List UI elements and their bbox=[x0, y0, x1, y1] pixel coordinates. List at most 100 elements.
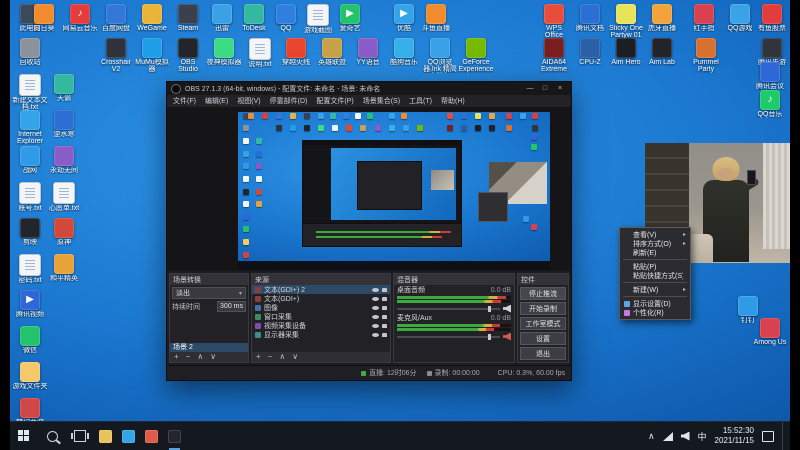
taskbar-app-icon[interactable] bbox=[145, 429, 158, 443]
obs-control-button[interactable]: 设置 bbox=[520, 332, 566, 345]
desktop-icon[interactable]: 游戏文件夹 bbox=[12, 362, 48, 390]
dock-toolbar-button[interactable]: ∨ bbox=[292, 353, 298, 361]
show-desktop-button[interactable] bbox=[782, 422, 788, 450]
scene-item[interactable]: 场景 2 bbox=[170, 343, 248, 352]
transition-select[interactable]: 淡出 ▾ bbox=[172, 287, 246, 299]
visibility-eye-icon[interactable] bbox=[372, 305, 379, 310]
desktop-icon[interactable]: 账号.txt bbox=[12, 182, 48, 212]
desktop-icon[interactable]: Pummel Party bbox=[688, 38, 724, 73]
obs-menu-item[interactable]: 配置文件(P) bbox=[316, 96, 353, 106]
desktop-icon[interactable]: 天谕 bbox=[46, 74, 82, 102]
window-button[interactable]: × bbox=[553, 83, 567, 94]
desktop-icon[interactable]: OBS Studio bbox=[170, 38, 206, 73]
source-row[interactable]: 显示器采集 bbox=[252, 330, 390, 339]
desktop-icon[interactable]: 向日葵 bbox=[26, 4, 62, 32]
context-menu-item[interactable] bbox=[623, 259, 687, 260]
dock-toolbar-button[interactable]: − bbox=[186, 353, 191, 361]
desktop-icon[interactable]: ▶ 优酷 bbox=[386, 4, 422, 32]
context-menu-item[interactable]: 新建(W) ▸ bbox=[620, 285, 690, 294]
dock-toolbar-button[interactable]: + bbox=[174, 353, 179, 361]
desktop-icon[interactable]: 迅雷 bbox=[204, 4, 240, 32]
desktop-icon[interactable]: Crosshair V2 bbox=[98, 38, 134, 73]
input-method-indicator[interactable]: 中 bbox=[698, 430, 707, 443]
desktop-icon[interactable]: 说明.txt bbox=[242, 38, 278, 68]
desktop-icon[interactable]: Internet Explorer bbox=[12, 110, 48, 145]
dock-toolbar-button[interactable]: − bbox=[268, 353, 273, 361]
obs-menu-item[interactable]: 视图(V) bbox=[237, 96, 260, 106]
desktop-icon[interactable]: 微信 bbox=[12, 326, 48, 354]
context-menu-item[interactable]: 刷新(E) bbox=[620, 248, 690, 257]
desktop-icon[interactable]: 逆水寒 bbox=[46, 110, 82, 138]
obs-control-button[interactable]: 开始录制 bbox=[520, 302, 566, 315]
desktop-icon[interactable]: QQ bbox=[268, 4, 304, 32]
desktop-icon[interactable]: ♪ QQ音乐 bbox=[752, 90, 788, 118]
context-menu-item[interactable] bbox=[623, 296, 687, 297]
visibility-eye-icon[interactable] bbox=[372, 287, 379, 292]
desktop-icon[interactable]: YY语音 bbox=[350, 38, 386, 66]
desktop-icon[interactable]: 游戏截图 bbox=[300, 4, 336, 34]
lock-icon[interactable] bbox=[382, 287, 387, 292]
transitions-dock-title[interactable]: 场景转换 bbox=[170, 274, 248, 285]
lock-icon[interactable] bbox=[382, 323, 387, 328]
context-menu-item[interactable]: 粘贴快捷方式(S) bbox=[620, 271, 690, 280]
desktop-icon[interactable]: 新建文本文档.txt bbox=[12, 74, 48, 111]
volume-slider[interactable] bbox=[397, 305, 500, 312]
desktop-icon[interactable]: 英雄联盟 bbox=[314, 38, 350, 66]
desktop-icon[interactable]: QQ游戏 bbox=[722, 4, 758, 32]
action-center-icon[interactable] bbox=[762, 430, 774, 442]
desktop-icon[interactable]: 有鱼股票 bbox=[754, 4, 790, 32]
dock-toolbar-button[interactable]: ∧ bbox=[279, 353, 285, 361]
desktop-icon[interactable]: ▶ 腾讯视频 bbox=[12, 290, 48, 318]
taskbar-app-icon[interactable] bbox=[122, 429, 135, 443]
tray-expand-chevron-icon[interactable]: ∧ bbox=[648, 431, 655, 441]
desktop-icon[interactable]: Sticky One Partyw 01 bbox=[608, 4, 644, 39]
visibility-eye-icon[interactable] bbox=[372, 323, 379, 328]
dock-toolbar-button[interactable]: ∧ bbox=[197, 353, 203, 361]
desktop-icon[interactable]: ToDesk bbox=[236, 4, 272, 32]
volume-slider-knob[interactable] bbox=[487, 305, 491, 312]
obs-menu-item[interactable]: 工具(T) bbox=[409, 96, 432, 106]
sources-dock-title[interactable]: 来源 bbox=[252, 274, 390, 285]
desktop-icon[interactable]: 腾讯会议 bbox=[752, 62, 788, 90]
dock-toolbar-button[interactable]: + bbox=[256, 353, 261, 361]
window-button[interactable]: — bbox=[523, 83, 537, 94]
desktop-icon[interactable]: 腾讯文档 bbox=[572, 4, 608, 32]
obs-menu-item[interactable]: 编辑(E) bbox=[205, 96, 228, 106]
desktop-icon[interactable]: WeGame bbox=[134, 4, 170, 32]
obs-control-button[interactable]: 退出 bbox=[520, 347, 566, 360]
desktop-icon[interactable]: 永劫无间 bbox=[46, 146, 82, 174]
volume-slider[interactable] bbox=[397, 333, 500, 340]
desktop-icon[interactable]: 剪映 bbox=[12, 218, 48, 246]
desktop-icon[interactable]: 夜神模拟器 bbox=[206, 38, 242, 66]
desktop-icon[interactable]: Aim Lab bbox=[644, 38, 680, 66]
desktop-icon[interactable]: 和平精英 bbox=[46, 254, 82, 282]
desktop-icon[interactable]: 斗鱼直播 bbox=[418, 4, 454, 32]
mixer-dock-title[interactable]: 混音器 bbox=[394, 274, 514, 285]
dock-toolbar-button[interactable]: ∨ bbox=[210, 353, 216, 361]
obs-menu-item[interactable]: 场景集合(S) bbox=[363, 96, 400, 106]
obs-window[interactable]: OBS 27.1.3 (64-bit, windows) - 配置文件: 未命名… bbox=[166, 81, 572, 381]
obs-menu-item[interactable]: 文件(F) bbox=[173, 96, 196, 106]
desktop-icon[interactable]: 虎牙直播 bbox=[644, 4, 680, 32]
visibility-eye-icon[interactable] bbox=[372, 332, 379, 337]
lock-icon[interactable] bbox=[382, 305, 387, 310]
desktop-icon[interactable]: ▶ 爱奇艺 bbox=[332, 4, 368, 32]
desktop-icon[interactable]: 心愿单.txt bbox=[46, 182, 82, 212]
obs-menu-item[interactable]: 停靠部件(D) bbox=[270, 96, 308, 106]
obs-control-button[interactable]: 工作室模式 bbox=[520, 317, 566, 330]
obs-titlebar[interactable]: OBS 27.1.3 (64-bit, windows) - 配置文件: 未命名… bbox=[167, 82, 571, 95]
desktop-icon[interactable]: 战网 bbox=[12, 146, 48, 174]
desktop-icon[interactable]: 红手指 bbox=[686, 4, 722, 32]
lock-icon[interactable] bbox=[382, 296, 387, 301]
context-menu-item[interactable] bbox=[623, 282, 687, 283]
visibility-eye-icon[interactable] bbox=[372, 296, 379, 301]
network-icon[interactable] bbox=[662, 431, 673, 441]
desktop-icon[interactable]: MuMu模拟器 bbox=[134, 38, 170, 73]
volume-slider-knob[interactable] bbox=[487, 333, 491, 340]
start-button[interactable] bbox=[10, 422, 38, 450]
taskbar-clock[interactable]: 15:52:30 2021/11/15 bbox=[715, 426, 754, 446]
desktop-icon[interactable]: Steam bbox=[170, 4, 206, 32]
controls-dock-title[interactable]: 控件 bbox=[518, 274, 568, 285]
desktop-icon[interactable]: 原神 bbox=[46, 218, 82, 246]
visibility-eye-icon[interactable] bbox=[372, 314, 379, 319]
